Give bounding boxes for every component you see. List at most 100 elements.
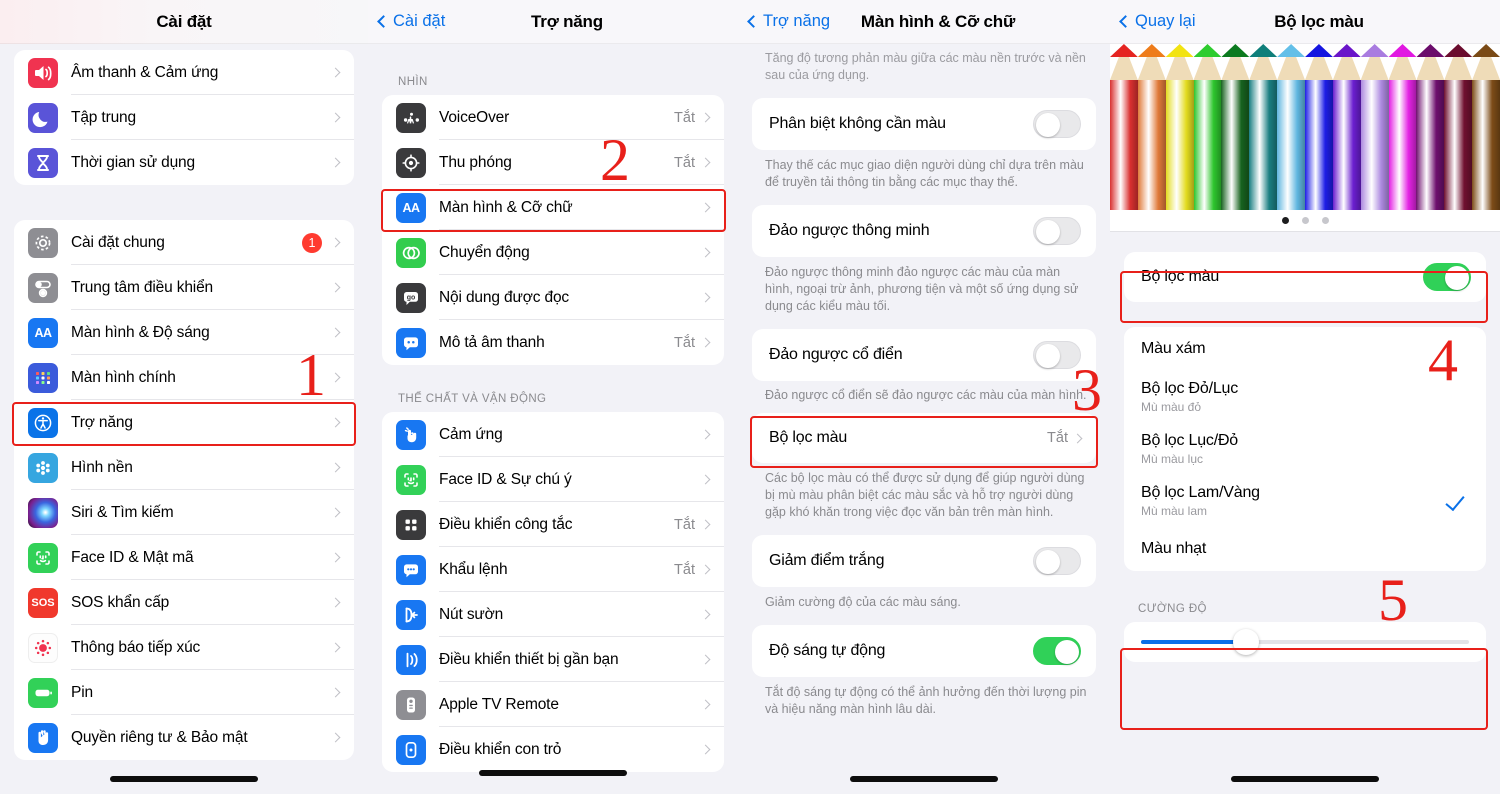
accessibility-item-display-text-size[interactable]: AA Màn hình & Cỡ chữ: [382, 185, 724, 230]
accessibility-item-voiceover[interactable]: VoiceOver Tắt: [382, 95, 724, 140]
row-smart-invert[interactable]: Đảo ngược thông minh: [752, 205, 1096, 257]
accessibility-item-nearby-device-control[interactable]: Điều khiển thiết bị gần bạn: [382, 637, 724, 682]
pencil-2: [1137, 44, 1166, 210]
sidebar-item-home-screen[interactable]: Màn hình chính: [14, 355, 354, 400]
sidebar-item-wallpaper[interactable]: Hình nền: [14, 445, 354, 490]
back-button[interactable]: Trợ năng: [738, 12, 830, 31]
settings-scroll-content[interactable]: Âm thanh & Cảm ứng Tập trung Thời gian s…: [0, 44, 368, 794]
sidebar-item-sos[interactable]: SOS SOS khẩn cấp: [14, 580, 354, 625]
accessibility-scroll-content[interactable]: NHÌN VoiceOver Tắt Thu phóng Tắt AA Màn …: [368, 44, 738, 794]
page-dots[interactable]: [1110, 210, 1500, 232]
toggle-color-filters[interactable]: [1423, 263, 1471, 291]
chevron-right-icon: [330, 67, 341, 78]
accessibility-item-side-button[interactable]: Nút sườn: [382, 592, 724, 637]
page-dot-1[interactable]: [1281, 217, 1289, 224]
accessibility-group-physical: Cảm ứng Face ID & Sự chú ý Điều khiển cô…: [382, 412, 724, 772]
accessibility-item-faceid-attention[interactable]: Face ID & Sự chú ý: [382, 457, 724, 502]
row-color-filters-master[interactable]: Bộ lọc màu: [1124, 252, 1486, 302]
sidebar-item-screen-time[interactable]: Thời gian sử dụng: [14, 140, 354, 185]
note-auto-brightness: Tắt độ sáng tự động có thể ảnh hưởng đến…: [765, 685, 1087, 716]
pencil-10: [1360, 44, 1389, 210]
filter-option-title: Bộ lọc Lam/Vàng: [1141, 484, 1260, 501]
pencil-14: [1472, 44, 1500, 210]
voiceover-icon: [396, 102, 426, 133]
sidebar-item-sounds[interactable]: Âm thanh & Cảm ứng: [14, 50, 354, 95]
note-classic-invert: Đảo ngược cổ điển sẽ đảo ngược các màu c…: [765, 388, 1087, 402]
accessibility-item-motion[interactable]: Chuyển động: [382, 230, 724, 275]
accessibility-item-spoken-content[interactable]: go Nội dung được đọc: [382, 275, 724, 320]
filter-option-green-red[interactable]: Bộ lọc Lục/Đỏ Mù màu lục: [1124, 423, 1486, 475]
chevron-right-icon: [700, 337, 711, 348]
sidebar-item-label: Cài đặt chung: [71, 233, 165, 251]
pencil-6: [1249, 44, 1278, 210]
filter-option-color-tint[interactable]: Màu nhạt: [1124, 527, 1486, 571]
accessibility-item-pointer-control[interactable]: Điều khiển con trỏ: [382, 727, 724, 772]
accessibility-item-voice-control[interactable]: Khẩu lệnh Tắt: [382, 547, 724, 592]
sidebar-item-privacy[interactable]: Quyền riêng tư & Bảo mật: [14, 715, 354, 760]
aa-icon: AA: [28, 317, 58, 348]
row-color-filters[interactable]: Bộ lọc màu Tắt: [752, 413, 1096, 463]
accessibility-item-label: Face ID & Sự chú ý: [439, 470, 572, 488]
nearby-device-icon: [396, 644, 426, 675]
accessibility-item-audio-descriptions[interactable]: Mô tả âm thanh Tắt: [382, 320, 724, 365]
filter-option-title: Bộ lọc Đỏ/Lục: [1141, 380, 1239, 397]
sidebar-item-focus[interactable]: Tập trung: [14, 95, 354, 140]
back-button[interactable]: Quay lại: [1110, 12, 1196, 31]
accessibility-item-value: Tắt: [674, 154, 695, 171]
colorfilter-navbar: Quay lại Bộ lọc màu: [1110, 0, 1500, 44]
toggle-smart-invert[interactable]: [1033, 217, 1081, 245]
filter-option-subtitle: Mù màu đỏ: [1141, 400, 1202, 414]
intensity-slider[interactable]: [1141, 629, 1469, 655]
display-scroll-content[interactable]: Tăng độ tương phản màu giữa các màu nền …: [738, 44, 1110, 794]
sidebar-item-accessibility[interactable]: Trợ năng: [14, 400, 354, 445]
note-color-filters: Các bộ lọc màu có thể được sử dụng để gi…: [765, 471, 1085, 519]
gear-icon: [28, 227, 58, 258]
sidebar-item-exposure[interactable]: Thông báo tiếp xúc: [14, 625, 354, 670]
toggle-classic-invert[interactable]: [1033, 341, 1081, 369]
panel-accessibility: Cài đặt Trợ năng NHÌN VoiceOver Tắt Thu …: [368, 0, 738, 794]
accessibility-icon: [28, 407, 58, 438]
page-dot-3[interactable]: [1321, 217, 1329, 224]
faceid-icon: [28, 542, 58, 573]
accessibility-item-label: Thu phóng: [439, 153, 512, 171]
filter-option-red-green[interactable]: Bộ lọc Đỏ/Lục Mù màu đỏ: [1124, 371, 1486, 423]
section-header-intensity: CƯỜNG ĐỘ: [1138, 603, 1207, 615]
sidebar-item-label: Màn hình & Độ sáng: [71, 323, 210, 341]
panel-settings: Cài đặt Âm thanh & Cảm ứng Tập trung Thờ…: [0, 0, 368, 794]
filter-option-grayscale[interactable]: Màu xám: [1124, 327, 1486, 371]
colorfilter-scroll-content[interactable]: Bộ lọc màu Màu xám Bộ lọc Đỏ/Lục Mù màu …: [1110, 44, 1500, 794]
aa-icon: AA: [396, 192, 426, 223]
row-label: Đảo ngược cổ điển: [769, 346, 903, 363]
sidebar-item-label: Pin: [71, 683, 93, 701]
chevron-right-icon: [330, 507, 341, 518]
toggle-reduce-white-point[interactable]: [1033, 547, 1081, 575]
accessibility-item-touch[interactable]: Cảm ứng: [382, 412, 724, 457]
switch-control-icon: [396, 509, 426, 540]
accessibility-item-switch-control[interactable]: Điều khiển công tắc Tắt: [382, 502, 724, 547]
chevron-right-icon: [700, 519, 711, 530]
sidebar-item-battery[interactable]: Pin: [14, 670, 354, 715]
sidebar-item-faceid[interactable]: Face ID & Mật mã: [14, 535, 354, 580]
toggle-auto-brightness[interactable]: [1033, 637, 1081, 665]
back-button-label: Quay lại: [1135, 12, 1196, 30]
row-auto-brightness[interactable]: Độ sáng tự động: [752, 625, 1096, 677]
accessibility-item-apple-tv-remote[interactable]: Apple TV Remote: [382, 682, 724, 727]
intensity-slider-thumb[interactable]: [1232, 629, 1259, 655]
pointer-control-icon: [396, 734, 426, 765]
sidebar-item-siri[interactable]: Siri & Tìm kiếm: [14, 490, 354, 535]
sidebar-item-display-brightness[interactable]: AA Màn hình & Độ sáng: [14, 310, 354, 355]
row-classic-invert[interactable]: Đảo ngược cổ điển: [752, 329, 1096, 381]
back-button[interactable]: Cài đặt: [368, 12, 445, 31]
chevron-right-icon: [700, 202, 711, 213]
moon-icon: [28, 102, 58, 133]
sidebar-item-control-center[interactable]: Trung tâm điều khiển: [14, 265, 354, 310]
page-dot-2[interactable]: [1301, 217, 1309, 224]
accessibility-item-zoom[interactable]: Thu phóng Tắt: [382, 140, 724, 185]
filter-option-blue-yellow[interactable]: Bộ lọc Lam/Vàng Mù màu lam: [1124, 475, 1486, 527]
toggle-differentiate-without-color[interactable]: [1033, 110, 1081, 138]
row-reduce-white-point[interactable]: Giảm điểm trắng: [752, 535, 1096, 587]
row-differentiate-without-color[interactable]: Phân biệt không cần màu: [752, 98, 1096, 150]
accessibility-item-label: Chuyển động: [439, 243, 530, 261]
svg-text:go: go: [407, 294, 416, 301]
sidebar-item-general[interactable]: Cài đặt chung 1: [14, 220, 354, 265]
